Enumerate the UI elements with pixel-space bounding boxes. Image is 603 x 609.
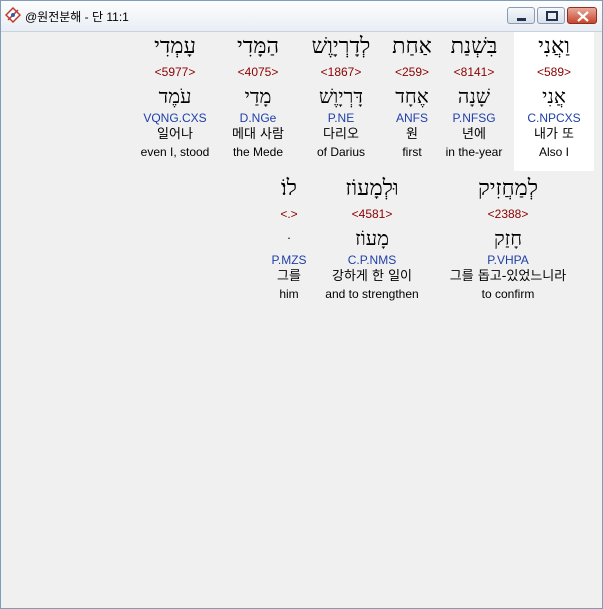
hebrew-word: עָמְדִי bbox=[154, 34, 196, 59]
lemma-word: אֲנִי bbox=[542, 84, 566, 108]
word-card[interactable]: עָמְדִי <5977> עֹמֶד VQNG.CXS 일어나 even I… bbox=[132, 32, 218, 171]
korean-gloss: 내가 또 bbox=[533, 127, 574, 142]
hebrew-word: הַמָּדִי bbox=[236, 34, 280, 59]
morphology-code: P.NE bbox=[327, 111, 355, 125]
english-gloss: of Darius bbox=[316, 145, 366, 159]
maximize-button[interactable] bbox=[537, 7, 565, 24]
parsing-panel: וַאֲנִי <589> אֲנִי C.NPCXS 내가 또 Also I … bbox=[8, 32, 594, 603]
lemma-word: אֶחָד bbox=[395, 84, 429, 108]
korean-gloss: 강하게 한 일이 bbox=[331, 269, 413, 284]
english-gloss: first bbox=[402, 145, 422, 159]
hebrew-word: אַחַת bbox=[392, 34, 432, 59]
strong-number: <4075> bbox=[237, 65, 279, 79]
morphology-code: VQNG.CXS bbox=[143, 111, 207, 125]
minimize-button[interactable] bbox=[507, 7, 535, 24]
lemma-word: ּ bbox=[264, 224, 314, 252]
word-card[interactable]: לְמַחֲזִיק <2388> חָזַק P.VHPA 그를 돕고-있었느… bbox=[428, 174, 588, 313]
strong-number: <259> bbox=[394, 65, 430, 79]
morphology-code: C.P.NMS bbox=[347, 253, 397, 267]
hebrew-word: לְמַחֲזִיק bbox=[477, 176, 539, 201]
english-gloss: him bbox=[279, 287, 299, 301]
strong-number: <5977> bbox=[154, 65, 196, 79]
strong-number: <8141> bbox=[453, 65, 495, 79]
strong-number: <2388> bbox=[487, 207, 529, 221]
app-window: @원전분해 - 단 11:1 וַאֲנִי <589> אֲנִי C.NPC… bbox=[0, 0, 603, 609]
lemma-word: עֹמֶד bbox=[158, 84, 192, 108]
hebrew-word: לְדָרְיָוֶשׁ bbox=[311, 34, 371, 59]
word-card[interactable]: בִּשְׁנַת <8141> שָׁנָה P.NFSG 년에 in the… bbox=[434, 32, 514, 171]
morphology-code: P.VHPA bbox=[487, 253, 529, 267]
hebrew-word: בִּשְׁנַת bbox=[450, 34, 498, 59]
hebrew-word: לוֹ׃ bbox=[281, 176, 297, 201]
strong-number: <4581> bbox=[351, 207, 393, 221]
word-card[interactable]: וּלְמָעוֹז <4581> מָעוֹז C.P.NMS 강하게 한 일… bbox=[316, 174, 428, 313]
korean-gloss: 원 bbox=[406, 127, 418, 142]
english-gloss: and to strengthen bbox=[325, 287, 419, 301]
minimize-icon bbox=[517, 18, 526, 21]
english-gloss: Also I bbox=[538, 145, 569, 159]
morphology-code: P.MZS bbox=[271, 253, 307, 267]
korean-gloss: 그를 bbox=[277, 269, 301, 284]
word-card[interactable]: אַחַת <259> אֶחָד ANFS 원 first bbox=[382, 32, 442, 171]
title-bar[interactable]: @원전분해 - 단 11:1 bbox=[1, 1, 602, 32]
close-icon bbox=[577, 11, 589, 22]
korean-gloss: 년에 bbox=[462, 127, 486, 142]
hebrew-word: וּלְמָעוֹז bbox=[345, 176, 399, 201]
korean-gloss: 그를 돕고-있었느니라 bbox=[449, 269, 567, 284]
english-gloss: in the-year bbox=[445, 145, 503, 159]
maximize-icon bbox=[546, 11, 558, 21]
english-gloss: the Mede bbox=[232, 145, 284, 159]
word-card[interactable]: לוֹ׃ <.> ּ P.MZS 그를 him bbox=[264, 174, 314, 313]
korean-gloss: 일어나 bbox=[157, 127, 193, 142]
morphology-code: ANFS bbox=[395, 111, 428, 125]
morphology-code: P.NFSG bbox=[452, 111, 496, 125]
korean-gloss: 다리오 bbox=[323, 127, 359, 142]
close-button[interactable] bbox=[567, 7, 597, 24]
hebrew-word: וַאֲנִי bbox=[538, 34, 570, 59]
lemma-word: חָזַק bbox=[493, 226, 523, 250]
strong-number: <1867> bbox=[320, 65, 362, 79]
lemma-word: מָעוֹז bbox=[355, 226, 389, 250]
english-gloss: to confirm bbox=[481, 287, 535, 301]
window-title: @원전분해 - 단 11:1 bbox=[25, 10, 129, 24]
morphology-code: D.NGe bbox=[239, 111, 277, 125]
lemma-word: מָדַי bbox=[244, 84, 272, 108]
strong-number: <589> bbox=[536, 65, 572, 79]
word-card[interactable]: הַמָּדִי <4075> מָדַי D.NGe 메대 사람 the Me… bbox=[222, 32, 294, 171]
strong-number: <.> bbox=[280, 207, 298, 221]
korean-gloss: 메대 사람 bbox=[232, 127, 284, 142]
lemma-word: שָׁנָה bbox=[457, 84, 491, 108]
english-gloss: even I, stood bbox=[140, 145, 210, 159]
word-card[interactable]: לְדָרְיָוֶשׁ <1867> דָּרְיָוֶשׁ P.NE 다리오… bbox=[298, 32, 384, 171]
app-logo-icon bbox=[5, 7, 21, 23]
lemma-word: דָּרְיָוֶשׁ bbox=[319, 84, 363, 108]
word-card[interactable]: וַאֲנִי <589> אֲנִי C.NPCXS 내가 또 Also I bbox=[514, 32, 594, 171]
morphology-code: C.NPCXS bbox=[527, 111, 581, 125]
